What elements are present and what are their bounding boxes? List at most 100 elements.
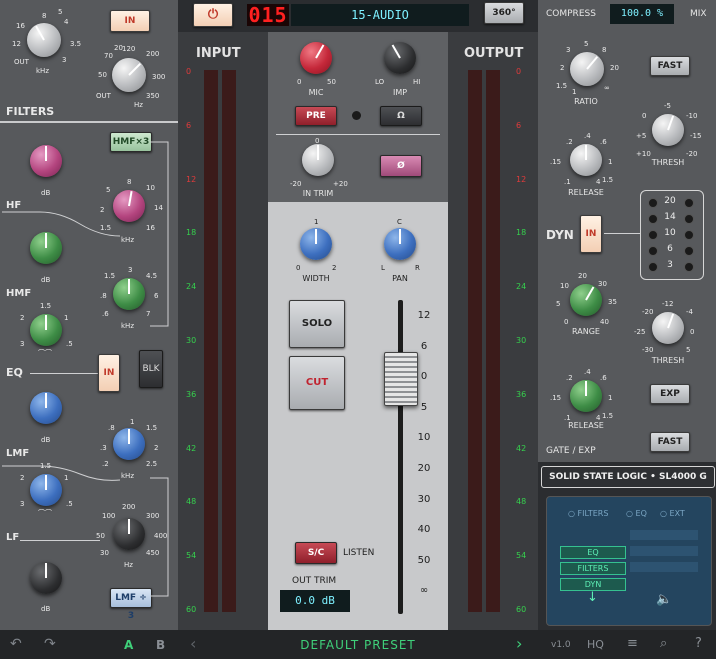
lmf-div3-button[interactable]: LMF ÷ 3 bbox=[110, 588, 152, 621]
hf-freq-scale-5: 5 bbox=[106, 186, 111, 194]
impedance-knob[interactable] bbox=[384, 42, 416, 74]
ratio-knob[interactable] bbox=[570, 52, 604, 86]
range-scale-10: 10 bbox=[560, 282, 569, 290]
fader-handle[interactable] bbox=[384, 352, 418, 406]
eq-bracket-lines bbox=[150, 141, 169, 597]
hpf-knob[interactable] bbox=[27, 23, 61, 57]
gate-thresh-knob[interactable] bbox=[652, 312, 684, 344]
pan-knob[interactable] bbox=[384, 228, 416, 260]
comp-release-knob[interactable] bbox=[570, 144, 602, 176]
routing-ext-option[interactable]: ○ EXT bbox=[660, 509, 685, 518]
view-360-button[interactable]: 360° bbox=[484, 2, 524, 24]
hmf-x3-button[interactable]: HMF×3 bbox=[110, 132, 152, 152]
lmf-freq-knob[interactable] bbox=[113, 428, 145, 460]
comp-fast-button[interactable]: FAST bbox=[650, 56, 690, 76]
comp-thresh-scale-5: -5 bbox=[664, 102, 671, 110]
dyn-in-button[interactable]: IN bbox=[580, 215, 602, 253]
hpf-scale-5: 5 bbox=[58, 8, 63, 16]
channel-name-display[interactable]: 15-AUDIO bbox=[291, 4, 469, 26]
input-meter-left bbox=[204, 70, 218, 612]
search-icon[interactable]: ⌕ bbox=[660, 636, 667, 651]
cut-button[interactable]: CUT bbox=[289, 356, 345, 410]
lpf-knob[interactable] bbox=[112, 58, 146, 92]
gate-fast-button[interactable]: FAST bbox=[650, 432, 690, 452]
eq-label: EQ bbox=[6, 366, 23, 379]
fader-scale-tick: ∞ bbox=[419, 585, 429, 597]
gate-thresh-scale-5: 5 bbox=[686, 346, 691, 354]
gr-scale-label: 6 bbox=[667, 244, 673, 254]
routing-slot-filters-text: FILTERS bbox=[577, 564, 609, 573]
out-scale-tick: 42 bbox=[516, 443, 527, 453]
in-scale-tick: 60 bbox=[186, 605, 197, 614]
hq-button[interactable]: HQ bbox=[587, 638, 604, 651]
routing-filters-option[interactable]: ○ FILTERS bbox=[568, 509, 608, 518]
output-label: OUTPUT bbox=[464, 46, 524, 61]
mic-gain-knob[interactable] bbox=[300, 42, 332, 74]
settings-sliders-icon[interactable]: ≡ bbox=[627, 636, 638, 651]
eq-in-button[interactable]: IN bbox=[98, 354, 120, 392]
in-scale-tick: 6 bbox=[186, 120, 192, 130]
lmf-gain-knob[interactable] bbox=[30, 392, 62, 424]
range-scale-5: 5 bbox=[556, 300, 561, 308]
hf-gain-knob[interactable] bbox=[30, 145, 62, 177]
comp-thresh-knob[interactable] bbox=[652, 114, 684, 146]
hpf-scale-16: 16 bbox=[16, 22, 25, 30]
ratio-scale-20: 20 bbox=[610, 64, 619, 72]
lf-gain-knob[interactable] bbox=[30, 562, 62, 594]
help-icon[interactable]: ? bbox=[695, 636, 702, 651]
routing-slot-eq[interactable]: EQ bbox=[560, 546, 626, 559]
preset-prev-icon[interactable]: ‹ bbox=[190, 634, 196, 653]
comp-thresh-scale-p5: +5 bbox=[636, 132, 647, 140]
omega-button[interactable]: Ω bbox=[380, 106, 422, 126]
lpf-scale-right: 300 bbox=[152, 73, 166, 81]
gate-release-scale-.15: .15 bbox=[550, 394, 562, 402]
preset-name[interactable]: DEFAULT PRESET bbox=[268, 638, 448, 652]
sidechain-button[interactable]: S/C bbox=[295, 542, 337, 564]
gate-thresh-scale-4: -4 bbox=[686, 308, 693, 316]
width-knob[interactable] bbox=[300, 228, 332, 260]
preset-a-button[interactable]: A bbox=[124, 638, 133, 652]
in-trim-label: IN TRIM bbox=[302, 189, 334, 198]
preset-next-icon[interactable]: › bbox=[516, 634, 522, 653]
in-trim-scale-top: 0 bbox=[315, 137, 320, 145]
brand-label: SOLID STATE LOGIC • SL4000 G bbox=[541, 466, 715, 488]
hmf-q-shape-icon: ⌒⌒ bbox=[38, 349, 52, 357]
undo-icon[interactable]: ↶ bbox=[10, 636, 22, 652]
range-knob[interactable] bbox=[570, 284, 602, 316]
routing-filters-text: FILTERS bbox=[577, 509, 609, 518]
redo-icon[interactable]: ↷ bbox=[44, 636, 56, 652]
mix-display[interactable]: 100.0 % bbox=[610, 4, 674, 24]
mic-label: MIC bbox=[308, 88, 324, 97]
solo-button[interactable]: SOLO bbox=[289, 300, 345, 348]
lmf-q-knob[interactable] bbox=[30, 474, 62, 506]
out-trim-display[interactable]: 0.0 dB bbox=[280, 590, 350, 612]
routing-ext-slot-3 bbox=[630, 562, 698, 572]
ratio-scale-1: 1 bbox=[572, 88, 577, 96]
fader-track bbox=[398, 300, 403, 614]
routing-eq-option[interactable]: ○ EQ bbox=[626, 509, 647, 518]
gr-scale-label: 20 bbox=[664, 196, 676, 206]
ratio-scale-5: 5 bbox=[584, 40, 589, 48]
gate-release-knob[interactable] bbox=[570, 380, 602, 412]
fader-scale-tick: 10 bbox=[417, 432, 431, 444]
hmf-freq-scale-.8: .8 bbox=[100, 292, 107, 300]
comp-thresh-label: THRESH bbox=[651, 158, 685, 167]
channel-number-display[interactable]: 015 bbox=[247, 4, 289, 26]
phase-invert-button[interactable]: Ø bbox=[380, 155, 422, 177]
in-trim-knob[interactable] bbox=[302, 144, 334, 176]
preset-b-button[interactable]: B bbox=[156, 638, 165, 652]
mic-scale-max: 50 bbox=[327, 78, 336, 86]
gr-scale-label: 10 bbox=[664, 228, 676, 238]
channel-strip-panel bbox=[268, 202, 448, 630]
hmf-q-knob[interactable] bbox=[30, 314, 62, 346]
pan-scale-right: R bbox=[415, 264, 420, 272]
lf-freq-knob[interactable] bbox=[113, 518, 145, 550]
power-button[interactable]: ⏻ bbox=[193, 3, 233, 27]
routing-slot-filters[interactable]: FILTERS bbox=[560, 562, 626, 575]
lmf-freq-scale-1: 1 bbox=[130, 418, 135, 426]
hmf-gain-knob[interactable] bbox=[30, 232, 62, 264]
filters-in-button[interactable]: IN bbox=[110, 10, 150, 32]
exp-button[interactable]: EXP bbox=[650, 384, 690, 404]
pre-button[interactable]: PRE bbox=[295, 106, 337, 126]
hmf-freq-knob[interactable] bbox=[113, 278, 145, 310]
